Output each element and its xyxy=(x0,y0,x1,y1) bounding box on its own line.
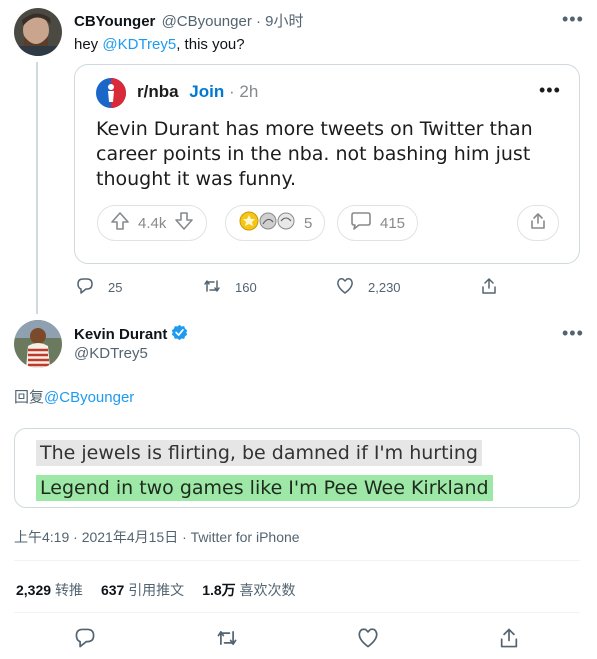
verified-badge-icon xyxy=(171,324,188,345)
downvote-icon[interactable] xyxy=(174,211,194,235)
author-name[interactable]: Kevin Durant xyxy=(74,326,167,343)
award-icon xyxy=(238,210,300,236)
lyric-image[interactable]: The jewels is flirting, be damned if I'm… xyxy=(14,428,580,508)
post-more-icon[interactable]: ••• xyxy=(539,81,561,99)
reply-icon[interactable] xyxy=(74,627,96,649)
quote-stat-count: 637 xyxy=(100,582,125,598)
retweet-icon xyxy=(203,277,221,298)
tweet1-text: hey @KDTrey5, this you? xyxy=(74,36,245,53)
comment-count: 415 xyxy=(380,214,406,232)
divider xyxy=(14,560,580,561)
like-count: 2,230 xyxy=(368,280,401,295)
reply-action[interactable]: 25 xyxy=(76,277,122,298)
vote-pill: 4.4k xyxy=(97,205,208,241)
more-icon[interactable]: ••• xyxy=(562,324,584,342)
retweet-count: 160 xyxy=(235,280,257,295)
retweet-action[interactable]: 160 xyxy=(203,277,257,298)
subreddit-name[interactable]: r/nba xyxy=(137,82,179,101)
like-icon xyxy=(336,277,354,298)
tweet-time[interactable]: · 9小时 xyxy=(256,13,304,30)
tweet1-header: CBYounger @CByounger · 9小时 xyxy=(74,10,304,31)
share-pill[interactable] xyxy=(517,205,559,241)
reply-count: 25 xyxy=(108,280,123,295)
tweet-text-suffix: , this you? xyxy=(176,36,245,53)
reply-icon xyxy=(76,277,94,298)
author-name[interactable]: CBYounger xyxy=(74,13,155,30)
like-action[interactable]: 2,230 xyxy=(336,277,401,298)
thread-line xyxy=(36,62,38,314)
post-title[interactable]: Kevin Durant has more tweets on Twitter … xyxy=(96,117,546,192)
tweet2-header: Kevin Durant xyxy=(74,324,188,345)
quote-stat[interactable]: 637 引用推文 xyxy=(101,580,184,600)
award-pill[interactable]: 5 xyxy=(225,205,326,241)
share-action[interactable] xyxy=(480,277,498,298)
retweet-icon[interactable] xyxy=(216,627,238,649)
like-icon[interactable] xyxy=(357,627,379,649)
author-handle[interactable]: @CByounger xyxy=(162,13,252,30)
author-handle[interactable]: @KDTrey5 xyxy=(74,345,148,362)
share-icon xyxy=(480,277,498,298)
tweet-text-prefix: hey xyxy=(74,36,103,53)
upvote-count: 4.4k xyxy=(138,214,167,232)
retweet-stat-count: 2,329 xyxy=(16,582,52,598)
quote-stat-label: 引用推文 xyxy=(128,582,185,598)
award-count: 5 xyxy=(304,214,313,232)
reply-label: 回复 xyxy=(14,389,45,406)
share-icon[interactable] xyxy=(498,627,520,649)
like-stat-label: 喜欢次数 xyxy=(239,582,296,598)
comments-pill[interactable]: 415 xyxy=(337,205,419,241)
more-icon[interactable]: ••• xyxy=(562,10,584,28)
retweet-stat[interactable]: 2,329 转推 xyxy=(16,580,83,600)
post-time: · 2h xyxy=(228,82,259,101)
tweet-timestamp[interactable]: 上午4:19 · 2021年4月15日 · Twitter for iPhone xyxy=(14,527,300,547)
comment-icon xyxy=(350,211,372,235)
join-button[interactable]: Join xyxy=(189,82,224,101)
tweet-stats: 2,329 转推 637 引用推文 1.8万 喜欢次数 xyxy=(16,580,296,600)
reddit-post-card[interactable]: r/nba Join · 2h ••• Kevin Durant has mor… xyxy=(74,64,580,264)
reply-context: 回复@CByounger xyxy=(14,386,134,407)
like-stat-count: 1.8万 xyxy=(202,582,236,598)
cbyounger-avatar[interactable] xyxy=(14,8,62,56)
share-icon xyxy=(529,212,547,234)
divider xyxy=(14,612,580,613)
reply-to-link[interactable]: @CByounger xyxy=(44,389,134,406)
lyric-line-2: Legend in two games like I'm Pee Wee Kir… xyxy=(36,475,493,501)
kevin-durant-avatar[interactable] xyxy=(14,320,62,368)
retweet-stat-label: 转推 xyxy=(54,582,83,598)
reddit-nba-icon xyxy=(96,78,126,108)
lyric-line-1: The jewels is flirting, be damned if I'm… xyxy=(36,440,482,466)
like-stat[interactable]: 1.8万 喜欢次数 xyxy=(202,580,295,600)
upvote-icon[interactable] xyxy=(110,211,130,235)
mention-link[interactable]: @KDTrey5 xyxy=(102,36,176,53)
